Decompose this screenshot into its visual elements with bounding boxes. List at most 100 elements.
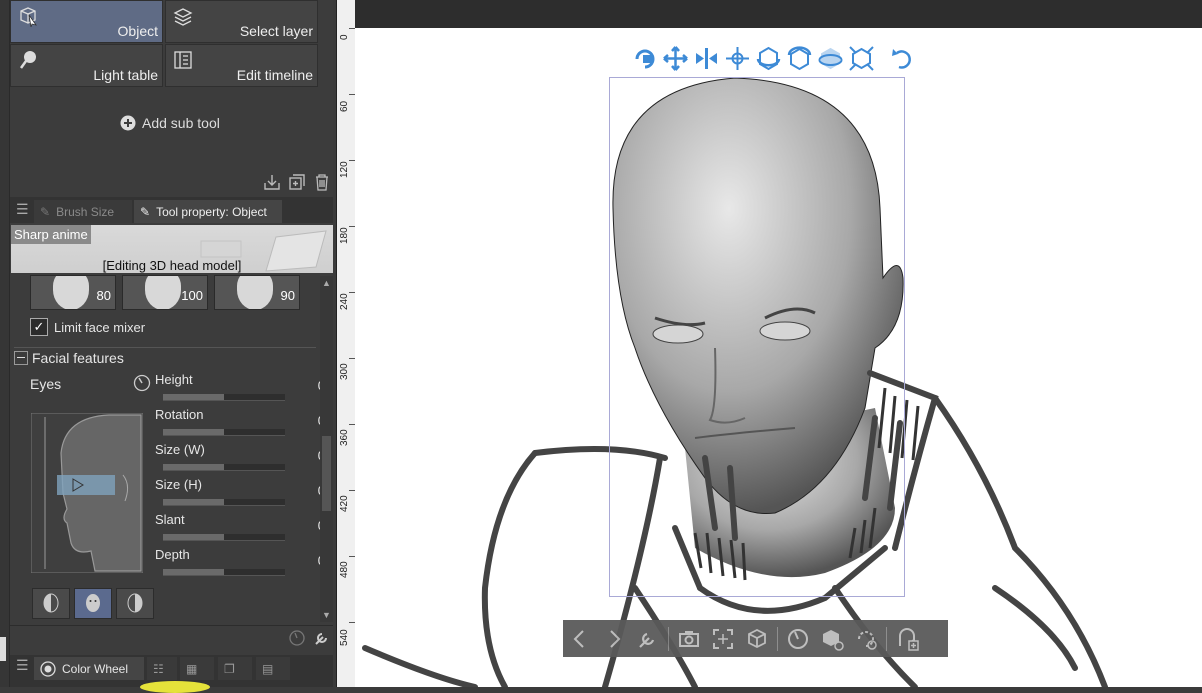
editing-label: [Editing 3D head model] [102, 258, 242, 273]
panel-scrollbar[interactable]: ▲ ▼ [320, 276, 333, 622]
eyes-group-label: Eyes [30, 376, 62, 392]
tab-approximate-color[interactable]: ▤ [256, 657, 290, 680]
param-depth[interactable]: Depth0 [155, 547, 325, 582]
cube-settings-icon[interactable] [819, 626, 845, 652]
sub-tool-label: Light table [93, 67, 158, 83]
sub-tool-light-table[interactable]: Light table [10, 44, 163, 87]
layers-icon: ❐ [224, 661, 235, 676]
preset-name: Sharp anime [11, 225, 91, 244]
drawing-canvas[interactable] [355, 28, 1202, 687]
3d-move-manipulator [631, 42, 916, 74]
preset-banner[interactable]: Sharp anime [Editing 3D head model] [11, 225, 333, 273]
ruler-label: 60 [339, 100, 350, 112]
color-swatch-edge[interactable] [0, 637, 6, 661]
tool-property-icon: ✎ [140, 204, 151, 219]
sub-tool-edit-timeline[interactable]: Edit timeline [165, 44, 318, 87]
tab-color-wheel[interactable]: Color Wheel [34, 657, 144, 680]
head-thumbnail [237, 276, 273, 309]
tab-brush-size[interactable]: ✎ Brush Size [34, 200, 132, 223]
tab-intermediate-color[interactable]: ❐ [218, 657, 252, 680]
collapse-icon [14, 351, 28, 365]
ruler-label: 540 [339, 629, 350, 646]
param-slider[interactable] [163, 429, 285, 436]
dial-icon[interactable] [133, 374, 151, 392]
camera-rotate-icon[interactable] [631, 45, 658, 72]
tab-color-set[interactable]: ▦ [180, 657, 214, 680]
camera-dolly-icon[interactable] [693, 45, 720, 72]
param-slider[interactable] [163, 394, 285, 401]
cube-ground-icon[interactable] [744, 626, 770, 652]
vertical-ruler: 0 60 120 180 240 300 360 420 480 540 [336, 0, 356, 687]
param-rotation[interactable]: Rotation0 [155, 407, 325, 442]
checkbox-label: Limit face mixer [54, 319, 146, 335]
param-slider[interactable] [163, 534, 285, 541]
left-edge-strip [0, 0, 10, 687]
sub-tool-label: Edit timeline [236, 67, 313, 83]
ruler-label: 360 [339, 429, 350, 446]
tab-color-slider[interactable]: ☷ [147, 657, 177, 680]
fit-screen-icon[interactable] [710, 626, 736, 652]
camera-icon[interactable] [676, 626, 702, 652]
import-icon[interactable] [263, 173, 281, 191]
camera-pan-icon[interactable] [662, 45, 689, 72]
wrench-icon[interactable] [313, 629, 331, 647]
rotate-z-icon[interactable] [817, 45, 844, 72]
view-left-button[interactable] [32, 588, 70, 619]
trash-icon[interactable] [313, 173, 331, 191]
param-slider[interactable] [163, 499, 285, 506]
dial-icon[interactable] [785, 626, 811, 652]
rotate-xy-icon[interactable] [786, 45, 813, 72]
chevron-right-icon[interactable] [601, 626, 627, 652]
param-slider[interactable] [163, 569, 285, 576]
head-thumbnail [53, 276, 89, 309]
dial-icon[interactable] [288, 629, 306, 647]
move-snap-icon[interactable] [848, 45, 875, 72]
head-add-icon[interactable] [894, 626, 920, 652]
menu-icon[interactable]: ☰ [16, 657, 29, 674]
head-diagram [31, 413, 143, 573]
face-mixer-thumb-2[interactable]: 100 [122, 275, 208, 310]
view-right-button[interactable] [116, 588, 154, 619]
mixer-value: 80 [96, 288, 111, 303]
head-thumbnail [145, 276, 181, 309]
sub-tool-object[interactable]: Object [10, 0, 163, 43]
color-wheel-icon [40, 660, 56, 677]
rotate-icon[interactable] [755, 45, 782, 72]
add-sub-tool-button[interactable]: Add sub tool [120, 115, 220, 131]
view-both-button[interactable] [74, 588, 112, 619]
face-mixer-thumb-3[interactable]: 90 [214, 275, 300, 310]
object-cube-icon [20, 7, 37, 27]
param-slant[interactable]: Slant0 [155, 512, 325, 547]
reset-undo-icon[interactable] [889, 45, 916, 72]
ruler-label: 420 [339, 495, 350, 512]
face-mixer-thumb-1[interactable]: 80 [30, 275, 116, 310]
grid-icon: ▤ [262, 661, 274, 676]
param-label: Rotation [155, 407, 204, 422]
tab-tool-property[interactable]: ✎ Tool property: Object [134, 200, 282, 223]
plus-circle-icon [120, 115, 136, 131]
param-height[interactable]: Height0 [155, 372, 325, 407]
tab-label: Tool property: Object [156, 204, 267, 219]
duplicate-icon[interactable] [288, 173, 306, 191]
facial-features-header[interactable]: Facial features [14, 350, 124, 366]
sub-tool-select-layer[interactable]: Select layer [165, 0, 318, 43]
ruler-label: 300 [339, 363, 350, 380]
menu-icon[interactable]: ☰ [16, 201, 29, 218]
3d-object-bounding-box[interactable] [609, 77, 905, 597]
scroll-down-icon[interactable]: ▼ [322, 610, 331, 620]
param-label: Depth [155, 547, 190, 562]
scroll-up-icon[interactable]: ▲ [322, 278, 331, 288]
tab-label: Color Wheel [62, 661, 129, 676]
move-plane-icon[interactable] [724, 45, 751, 72]
slider-icon: ☷ [153, 661, 164, 676]
color-wheel-preview[interactable] [140, 681, 210, 693]
rotate-dial-icon[interactable] [853, 626, 879, 652]
chevron-left-icon[interactable] [567, 626, 593, 652]
param-slider[interactable] [163, 464, 285, 471]
wrench-icon[interactable] [635, 626, 661, 652]
scroll-thumb[interactable] [322, 436, 331, 511]
param-size-w[interactable]: Size (W)0 [155, 442, 325, 477]
limit-face-mixer-checkbox[interactable]: ✓ Limit face mixer [30, 318, 145, 336]
param-size-h[interactable]: Size (H)0 [155, 477, 325, 512]
ruler-label: 480 [339, 561, 350, 578]
